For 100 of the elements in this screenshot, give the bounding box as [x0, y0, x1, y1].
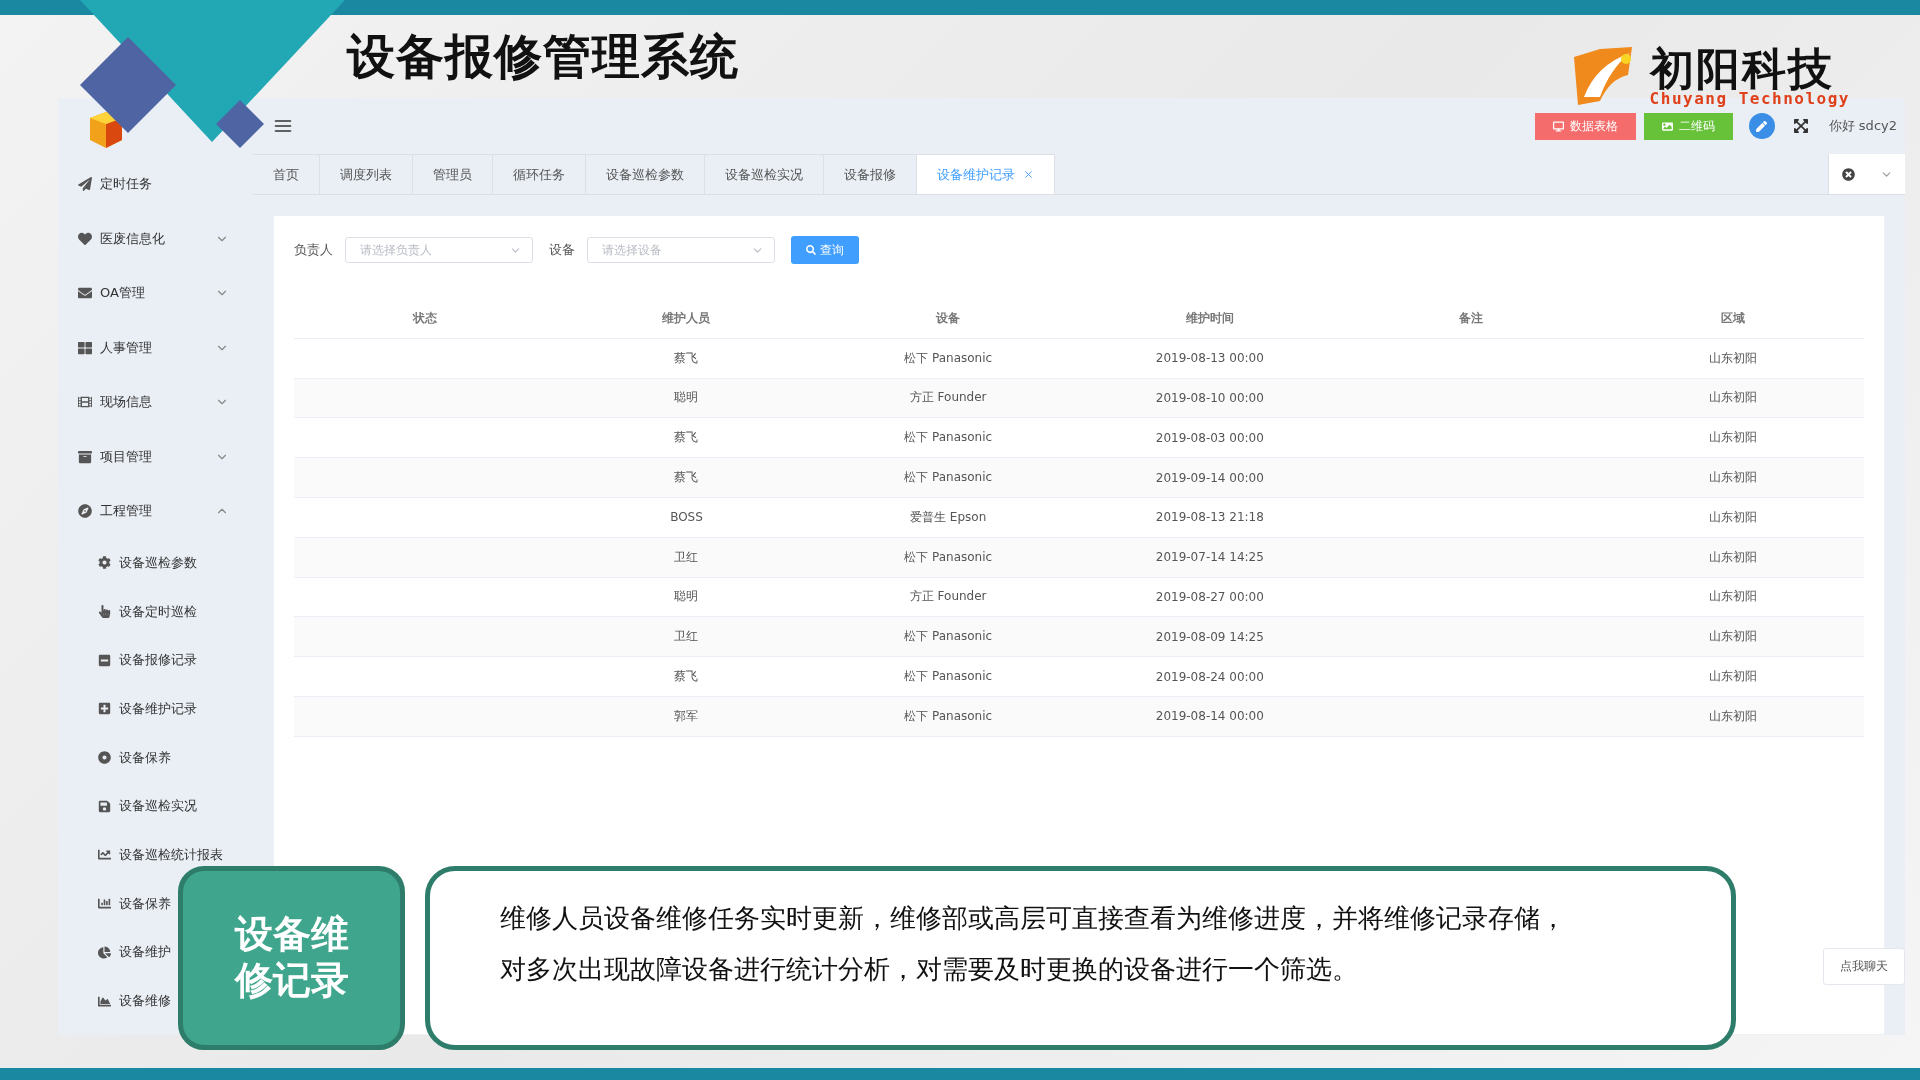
fullscreen-icon[interactable]	[1792, 118, 1809, 134]
sidebar-subitem[interactable]: 设备维修	[58, 976, 171, 1026]
table-cell-text: 山东初阳	[1708, 389, 1759, 407]
edit-button[interactable]	[1748, 113, 1775, 139]
table-cell-text: 方正 Founder	[908, 588, 988, 606]
table-cell-text: 蔡飞	[673, 429, 700, 447]
brand-subtitle: Chuyang Technology	[1649, 90, 1850, 107]
table-cell-text: 松下 Panasonic	[903, 628, 994, 646]
table-cell-text: 松下 Panasonic	[903, 548, 994, 566]
sidebar-item[interactable]: OA管理	[58, 266, 253, 321]
table-cell-text: 郭军	[673, 707, 700, 725]
filter-label: 设备	[549, 241, 575, 259]
sidebar-subitem[interactable]: 设备巡检参数	[58, 538, 197, 588]
close-icon[interactable]	[1023, 169, 1034, 180]
grid-icon	[78, 340, 92, 355]
table-cell-text: 松下 Panasonic	[903, 469, 994, 487]
archive-icon	[78, 449, 92, 464]
envelope-icon	[78, 286, 92, 301]
column-header: 备注	[1458, 309, 1485, 327]
tab[interactable]: 设备报修	[824, 154, 917, 194]
table-cell-text: 松下 Panasonic	[903, 349, 994, 367]
tab[interactable]: 调度列表	[320, 154, 413, 194]
table-cell-text: 2019-08-09 14:25	[1154, 629, 1265, 644]
table-cell-text: 山东初阳	[1708, 469, 1759, 487]
chat-button[interactable]: 点我聊天	[1823, 948, 1905, 985]
target-icon	[98, 751, 111, 765]
table-cell-text: 爱普生 Epson	[909, 508, 988, 526]
tab[interactable]: 管理员	[413, 154, 493, 194]
film-icon	[78, 395, 92, 410]
sidebar-subitem[interactable]: 设备维护	[58, 928, 171, 977]
hand-pointer-icon	[98, 605, 111, 619]
brand-name: 初阳科技	[1649, 46, 1834, 91]
filter-label: 负责人	[294, 241, 333, 259]
table-cell-text: 2019-08-27 00:00	[1154, 589, 1265, 604]
sidebar-subitem[interactable]: 设备巡检实况	[58, 781, 197, 831]
table-cell-text: 聪明	[673, 389, 700, 407]
tab[interactable]: 首页	[253, 154, 320, 194]
sidebar-subitem[interactable]: 设备报修记录	[58, 635, 197, 685]
table-cell-text: 2019-07-14 14:25	[1154, 550, 1265, 565]
column-header: 维护时间	[1184, 309, 1235, 327]
table-cell-text: 山东初阳	[1708, 429, 1759, 447]
column-header: 状态	[411, 309, 438, 327]
table-cell-text: 卫红	[673, 548, 700, 566]
table-cell-text: 山东初阳	[1708, 668, 1759, 686]
slide-title: 设备报修管理系统	[347, 26, 739, 86]
table-cell-text: 山东初阳	[1708, 588, 1759, 606]
column-header: 维护人员	[661, 309, 712, 327]
line-chart-icon	[98, 848, 111, 862]
floppy-icon	[98, 799, 111, 813]
table-cell-text: 蔡飞	[673, 469, 700, 487]
compass-icon	[78, 504, 92, 519]
gear-icon	[98, 556, 111, 570]
sidebar-subitem[interactable]: 设备维护记录	[58, 684, 197, 734]
table-cell-text: 聪明	[673, 588, 700, 606]
monitor-icon	[1552, 120, 1564, 132]
sidebar-item[interactable]: 现场信息	[58, 375, 253, 430]
table-cell-text: 2019-08-03 00:00	[1154, 430, 1265, 445]
user-greeting: 你好 sdcy2	[1828, 117, 1897, 135]
sidebar-subitem[interactable]: 设备定时巡检	[58, 587, 197, 636]
close-icon	[1841, 167, 1855, 181]
sidebar-item[interactable]: 定时任务	[58, 157, 253, 212]
send-icon	[78, 177, 92, 192]
sidebar-item[interactable]: 人事管理	[58, 320, 253, 375]
table-cell-text: 2019-08-10 00:00	[1154, 391, 1265, 405]
table-cell-text: 蔡飞	[673, 349, 700, 367]
column-header: 设备	[934, 309, 962, 327]
pen-icon	[1756, 120, 1768, 132]
callout-label: 设备维修记录	[178, 866, 405, 1050]
table-cell-text: 山东初阳	[1708, 548, 1759, 566]
table-cell-text: 2019-08-13 00:00	[1154, 351, 1265, 366]
search-icon	[806, 245, 816, 255]
tab[interactable]: 设备巡检实况	[705, 154, 824, 194]
table-cell-text: 山东初阳	[1708, 508, 1759, 526]
area-chart-icon	[98, 994, 111, 1008]
image-icon	[1661, 120, 1673, 132]
table-cell-text: 松下 Panasonic	[903, 668, 994, 686]
tab[interactable]: 循环任务	[493, 154, 586, 194]
table-cell-text: 2019-09-14 00:00	[1154, 470, 1265, 485]
sidebar-item[interactable]: 项目管理	[58, 429, 253, 484]
table-cell-text: 卫红	[673, 628, 700, 646]
bar-chart-icon	[98, 897, 111, 911]
column-header: 区域	[1720, 309, 1747, 327]
table-cell-text: 山东初阳	[1708, 707, 1759, 725]
table-cell-text: BOSS	[669, 510, 704, 525]
table-cell-text: 松下 Panasonic	[903, 707, 994, 725]
table-cell-text: 蔡飞	[673, 668, 700, 686]
callout-box: 维修人员设备维修任务实时更新，维修部或高层可直接查看为维修进度，并将维修记录存储， 对多次出现故障设备进行统计分析，对需要及时更换的设备进行一个筛选。	[425, 866, 1736, 1050]
sidebar-subitem[interactable]: 设备保养	[58, 733, 171, 782]
sidebar-item[interactable]: 工程管理	[58, 484, 253, 539]
table-cell-text: 2019-08-14 00:00	[1154, 709, 1265, 724]
table-cell-text: 方正 Founder	[908, 389, 988, 407]
table-cell-text: 2019-08-13 21:18	[1154, 510, 1265, 525]
table-cell-text: 山东初阳	[1708, 628, 1759, 646]
table-cell-text: 松下 Panasonic	[903, 429, 994, 447]
tab[interactable]: 设备巡检参数	[586, 154, 705, 194]
sidebar-subitem[interactable]: 设备保养	[58, 879, 171, 928]
sidebar-item[interactable]: 医废信息化	[58, 211, 253, 266]
table-cell-text: 2019-08-24 00:00	[1154, 669, 1265, 684]
pie-chart-icon	[98, 945, 111, 959]
heart-icon	[78, 231, 92, 246]
